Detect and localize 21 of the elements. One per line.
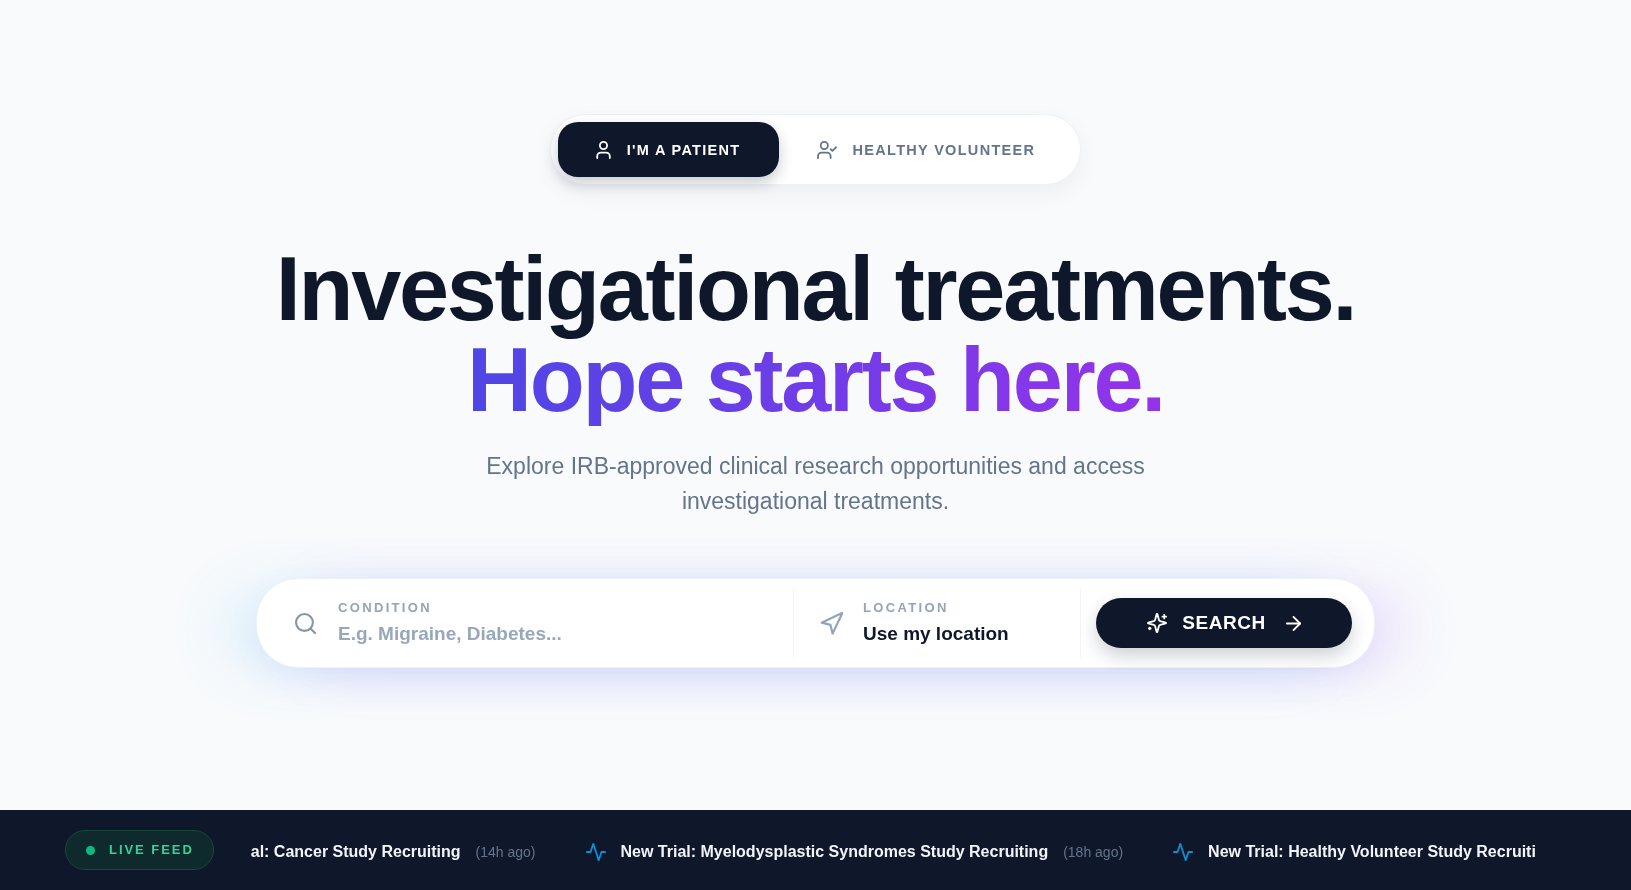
status-dot-icon: [86, 845, 95, 855]
feed-item-time: (14h ago): [475, 843, 536, 861]
location-arrow-icon: [820, 611, 843, 635]
condition-label: CONDITION: [338, 600, 432, 616]
search-button[interactable]: SEARCH: [1096, 598, 1352, 648]
user-check-icon: [816, 140, 837, 159]
feed-item-title: New Trial: Healthy Volunteer Study Recruiti: [1208, 842, 1536, 862]
condition-field[interactable]: E.g. Migraine, Diabetes...: [338, 622, 793, 646]
audience-tab[interactable]: HEALTHY VOLUNTEER: [778, 122, 1074, 177]
feed-item-title: New Trial: Myelodysplastic Syndromes Study Recruiting: [620, 842, 1049, 862]
arrow-right-icon: [1285, 615, 1301, 631]
feed-item-title: al: Cancer Study Recruiting: [250, 842, 461, 862]
feed-item-time: (18h ago): [1063, 843, 1124, 861]
user-icon: [595, 140, 611, 159]
hero-subtitle: Explore IRB-approved clinical research opportunities and access investigational treatments.: [485, 452, 1146, 516]
search-icon: [295, 612, 316, 634]
audience-tab[interactable]: I'M A PATIENT: [557, 122, 779, 177]
location-field[interactable]: Use my location: [863, 622, 1080, 646]
location-label: LOCATION: [863, 600, 949, 616]
live-feed-label: LIVE FEED: [109, 842, 194, 858]
sparkles-icon: [1147, 613, 1168, 633]
